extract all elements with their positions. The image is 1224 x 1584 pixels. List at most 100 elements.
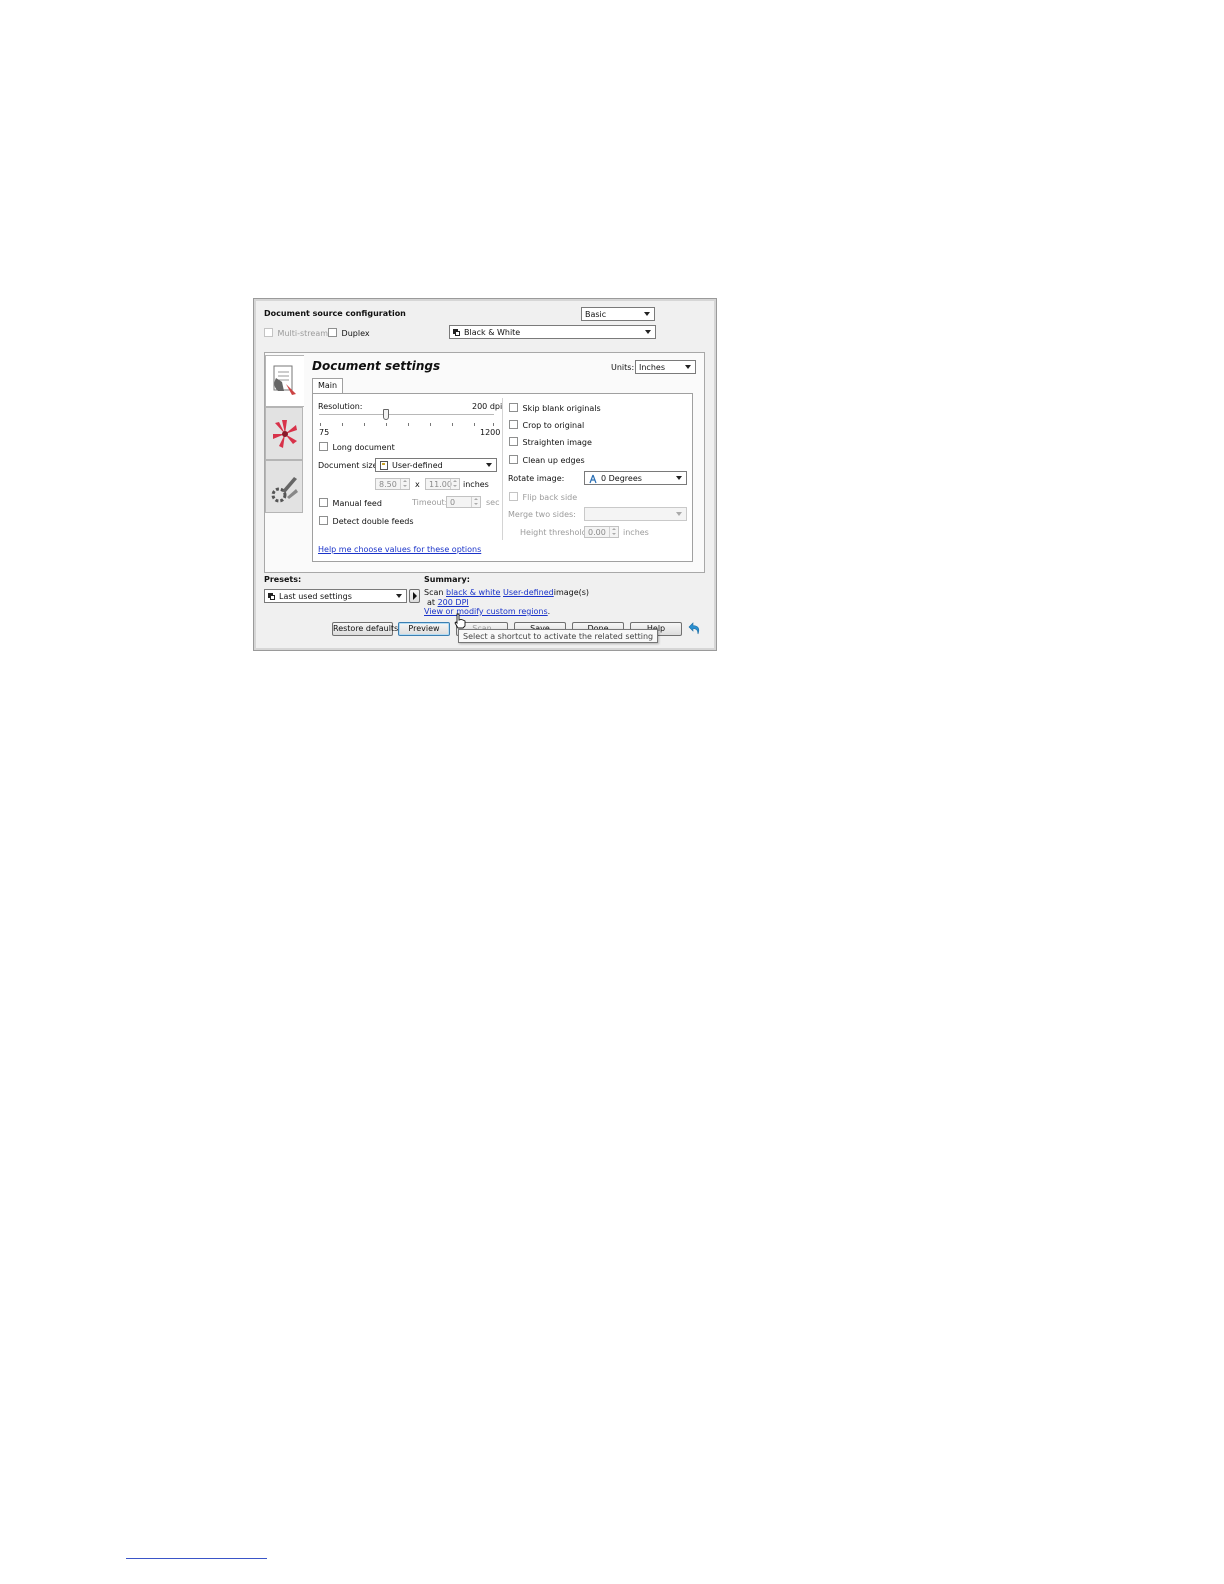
- merge-label: Merge two sides:: [508, 510, 576, 519]
- summary-line-3: View or modify custom regions.: [424, 607, 550, 616]
- skip-blank-label: Skip blank originals: [522, 404, 601, 413]
- timeout-value: 0: [450, 498, 456, 507]
- multistream-checkbox[interactable]: Multi-stream: [264, 328, 329, 339]
- resolution-max: 1200: [480, 428, 501, 437]
- height-stepper[interactable]: 11.00: [425, 478, 460, 490]
- tab-image-settings[interactable]: [265, 407, 303, 460]
- checkbox-box: [264, 328, 273, 337]
- tab-main-label: Main: [317, 381, 338, 390]
- width-value: 8.50: [379, 480, 397, 489]
- spinner-arrows-icon[interactable]: [450, 479, 459, 489]
- units-dropdown[interactable]: Inches: [635, 360, 696, 374]
- duplex-checkbox[interactable]: Duplex: [328, 328, 370, 339]
- summary-regions-link[interactable]: View or modify custom regions: [424, 607, 548, 616]
- document-size-dropdown[interactable]: User-defined: [375, 458, 497, 472]
- summary-period: .: [547, 607, 551, 616]
- summary-line-2: at 200 DPI: [427, 598, 469, 607]
- long-document-label: Long document: [332, 443, 395, 452]
- tab-document-settings[interactable]: [265, 355, 304, 407]
- mode-value: Basic: [585, 310, 607, 319]
- slider-tick: [320, 423, 321, 426]
- summary-dpi-link[interactable]: 200 DPI: [438, 598, 469, 607]
- resolution-slider-thumb[interactable]: [382, 409, 389, 420]
- summary-at-text: at: [427, 598, 436, 607]
- footnote-separator: [126, 1558, 267, 1559]
- preview-button[interactable]: Preview: [398, 622, 450, 636]
- slider-tick: [364, 423, 365, 426]
- back-arrow-icon[interactable]: [688, 622, 702, 636]
- tab-main[interactable]: Main: [312, 378, 343, 394]
- checkbox-box: [509, 492, 518, 501]
- summary-size-link[interactable]: User-defined: [503, 588, 554, 597]
- rotate-dropdown[interactable]: 0 Degrees: [584, 471, 687, 485]
- presets-dropdown[interactable]: Last used settings: [264, 589, 407, 603]
- summary-images-text: image(s): [553, 588, 590, 597]
- spinner-arrows-icon[interactable]: [471, 497, 480, 507]
- mode-dropdown[interactable]: Basic: [581, 307, 655, 321]
- resolution-min: 75: [319, 428, 330, 437]
- tab-advanced-settings[interactable]: [265, 460, 303, 513]
- summary-line-1: Scan black & white User-definedimage(s): [424, 588, 589, 597]
- timeout-label: Timeout:: [412, 498, 448, 507]
- flip-back-side-checkbox[interactable]: Flip back side: [509, 492, 578, 503]
- shortcut-tooltip: Select a shortcut to activate the relate…: [458, 629, 659, 643]
- clean-up-edges-checkbox[interactable]: Clean up edges: [509, 455, 585, 466]
- units-label: Units:: [611, 363, 635, 372]
- chevron-down-icon: [645, 330, 651, 334]
- flower-icon: [273, 420, 297, 448]
- multistream-label: Multi-stream: [277, 329, 329, 338]
- skip-blank-checkbox[interactable]: Skip blank originals: [509, 403, 601, 414]
- color-mode-dropdown[interactable]: Black & White: [449, 325, 656, 339]
- checkbox-box: [319, 442, 328, 451]
- width-stepper[interactable]: 8.50: [375, 478, 410, 490]
- presets-value: Last used settings: [279, 592, 352, 601]
- checkbox-box: [328, 328, 337, 337]
- hand-cursor-icon: [454, 613, 466, 629]
- resolution-value: 200 dpi: [472, 402, 503, 411]
- rotate-label: Rotate image:: [508, 474, 565, 483]
- slider-tick: [386, 423, 387, 426]
- resolution-slider-track[interactable]: [319, 414, 494, 415]
- checkbox-box: [319, 516, 328, 525]
- straighten-image-label: Straighten image: [522, 438, 592, 447]
- source-config-title: Document source configuration: [264, 309, 406, 318]
- presets-menu-button[interactable]: [409, 589, 420, 603]
- document-scanner-icon: [273, 365, 296, 395]
- help-choose-values-link[interactable]: Help me choose values for these options: [318, 545, 481, 554]
- crop-to-original-checkbox[interactable]: Crop to original: [509, 420, 585, 431]
- restore-defaults-button[interactable]: Restore defaults: [332, 622, 398, 636]
- timeout-stepper[interactable]: 0: [446, 496, 481, 508]
- summary-scan-text: Scan: [424, 588, 444, 597]
- detect-double-feeds-checkbox[interactable]: Detect double feeds: [319, 516, 413, 527]
- flip-back-side-label: Flip back side: [522, 493, 578, 502]
- checkbox-box: [509, 420, 518, 429]
- document-size-value: User-defined: [392, 461, 443, 470]
- merge-dropdown[interactable]: [584, 507, 687, 521]
- tools-icon: [271, 477, 298, 503]
- chevron-down-icon: [676, 512, 682, 516]
- presets-label: Presets:: [264, 575, 302, 584]
- manual-feed-checkbox[interactable]: Manual feed: [319, 498, 382, 509]
- chevron-down-icon: [644, 312, 650, 316]
- spinner-arrows-icon[interactable]: [400, 479, 409, 489]
- checkbox-box: [509, 403, 518, 412]
- units-value: Inches: [639, 363, 665, 372]
- spinner-arrows-icon[interactable]: [609, 527, 618, 537]
- straighten-image-checkbox[interactable]: Straighten image: [509, 437, 592, 448]
- checkbox-box: [319, 498, 328, 507]
- color-mode-value: Black & White: [464, 328, 521, 337]
- checkbox-box: [509, 437, 518, 446]
- long-document-checkbox[interactable]: Long document: [319, 442, 395, 453]
- summary-color-link[interactable]: black & white: [446, 588, 500, 597]
- height-threshold-stepper[interactable]: 0.00: [584, 526, 619, 538]
- height-value: 11.00: [429, 480, 452, 489]
- timeout-unit: sec: [486, 498, 500, 507]
- height-threshold-value: 0.00: [588, 528, 606, 537]
- crop-to-original-label: Crop to original: [522, 421, 585, 430]
- chevron-down-icon: [685, 365, 691, 369]
- color-mode-icon: [453, 329, 460, 336]
- slider-tick: [342, 423, 343, 426]
- manual-feed-label: Manual feed: [332, 499, 382, 508]
- times-symbol: x: [415, 480, 420, 489]
- clean-up-edges-label: Clean up edges: [522, 456, 585, 465]
